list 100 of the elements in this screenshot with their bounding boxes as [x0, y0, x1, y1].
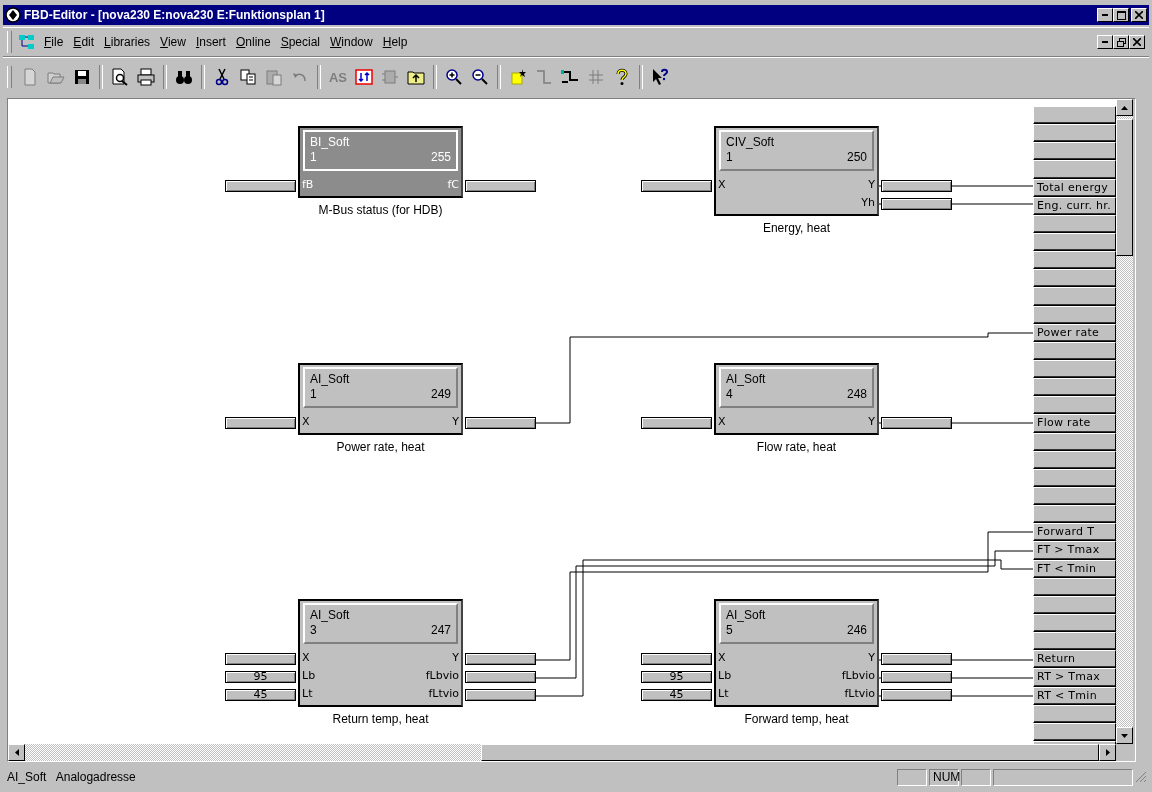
signal-slot[interactable]: FT > Tmax — [1033, 541, 1116, 560]
signal-slot[interactable] — [1033, 251, 1116, 270]
input-connector[interactable]: 95 — [225, 671, 296, 683]
menu-item[interactable]: Libraries — [100, 33, 155, 51]
scroll-thumb[interactable] — [1116, 119, 1133, 256]
signal-slot[interactable] — [1033, 142, 1116, 161]
close-button[interactable] — [1131, 8, 1147, 22]
block-address: 255 — [430, 150, 451, 164]
zoom-out-icon — [471, 68, 489, 86]
output-connector[interactable] — [881, 671, 952, 683]
input-connector[interactable] — [225, 417, 296, 429]
input-connector[interactable]: 45 — [225, 689, 296, 701]
function-block[interactable]: AI_Soft 4 248 X Y — [714, 363, 879, 435]
scroll-thumb[interactable] — [481, 744, 1099, 761]
function-block[interactable]: AI_Soft 5 246 X Lb Lt Y fLbvio fLtvio — [714, 599, 879, 707]
paste-icon — [265, 68, 283, 86]
signal-slot[interactable] — [1033, 124, 1116, 143]
block-address: 250 — [846, 150, 867, 164]
port-name: fLtvio — [427, 686, 460, 700]
scissors-icon — [213, 68, 231, 86]
port-name: fB — [301, 177, 315, 191]
resize-grip-icon[interactable] — [1135, 771, 1147, 783]
port-name: fLbvio — [424, 668, 460, 682]
port-name: Y — [451, 414, 460, 428]
restore-button[interactable] — [1113, 35, 1129, 49]
input-connector[interactable] — [641, 653, 712, 665]
port-name: X — [301, 650, 311, 664]
output-connector[interactable] — [881, 198, 952, 210]
menu-item[interactable]: Insert — [191, 33, 230, 51]
block-type: AI_Soft — [310, 608, 351, 622]
block-type: BI_Soft — [310, 135, 351, 149]
output-connector[interactable] — [465, 417, 536, 429]
signal-slot[interactable] — [1033, 632, 1116, 651]
signal-slot[interactable] — [1033, 378, 1116, 397]
grid-icon — [587, 68, 605, 86]
scroll-left-button[interactable] — [8, 744, 25, 761]
menu-item[interactable]: View — [156, 33, 190, 51]
output-connector[interactable] — [465, 671, 536, 683]
minimize-icon — [1102, 14, 1108, 16]
up-arrow-icon — [1121, 105, 1128, 110]
block-type: AI_Soft — [726, 372, 767, 386]
function-block[interactable]: CIV_Soft 1 250 X Y Yh — [714, 126, 879, 216]
binoculars-icon — [175, 68, 193, 86]
output-connector[interactable] — [881, 689, 952, 701]
minimize-button[interactable] — [1097, 35, 1113, 49]
signal-slot[interactable]: Return — [1033, 650, 1116, 669]
vertical-scrollbar[interactable] — [1116, 99, 1133, 744]
port-name: X — [717, 650, 727, 664]
signal-slot[interactable] — [1033, 505, 1116, 524]
menu-item[interactable]: Help — [378, 33, 412, 51]
close-button[interactable] — [1129, 35, 1145, 49]
signal-slot[interactable]: Forward T — [1033, 523, 1116, 542]
output-connector[interactable] — [881, 417, 952, 429]
close-icon — [1135, 11, 1143, 19]
pointer-question-icon — [651, 68, 669, 86]
scroll-right-button[interactable] — [1099, 744, 1116, 761]
signal-slot[interactable]: RT > Tmax — [1033, 668, 1116, 687]
horizontal-scrollbar[interactable] — [8, 744, 1116, 761]
input-connector[interactable] — [225, 653, 296, 665]
input-connector[interactable]: 45 — [641, 689, 712, 701]
output-connector[interactable] — [465, 689, 536, 701]
output-connector[interactable] — [881, 653, 952, 665]
menu-item[interactable]: Special — [276, 33, 325, 51]
minimize-button[interactable] — [1097, 8, 1113, 22]
signal-slot[interactable] — [1033, 160, 1116, 179]
input-connector[interactable] — [641, 180, 712, 192]
status-indicator: NUM — [929, 768, 959, 786]
block-address: 246 — [846, 623, 867, 637]
port-name: Y — [451, 650, 460, 664]
block-icon — [381, 68, 399, 86]
print-button[interactable] — [134, 65, 158, 89]
signal-slot[interactable] — [1033, 106, 1116, 125]
signal-slot[interactable] — [1033, 287, 1116, 306]
menu-item[interactable]: Window — [326, 33, 377, 51]
port-name: Lb — [301, 668, 317, 682]
menu-item[interactable]: File — [40, 33, 68, 51]
output-connector[interactable] — [465, 180, 536, 192]
print-preview-icon — [111, 68, 129, 86]
scroll-up-button[interactable] — [1116, 99, 1133, 116]
signal-slot[interactable] — [1033, 396, 1116, 415]
input-connector[interactable]: 95 — [641, 671, 712, 683]
right-arrow-icon — [1105, 749, 1110, 756]
menu-item[interactable]: Edit — [69, 33, 99, 51]
maximize-button[interactable] — [1113, 8, 1129, 22]
scroll-down-button[interactable] — [1116, 727, 1133, 744]
menu-item[interactable]: Online — [231, 33, 275, 51]
port-name: Y — [867, 177, 876, 191]
input-connector[interactable] — [641, 417, 712, 429]
signal-slot[interactable] — [1033, 269, 1116, 288]
signal-slot[interactable]: Flow rate — [1033, 414, 1116, 433]
input-connector[interactable] — [225, 180, 296, 192]
down-arrow-icon — [1121, 733, 1128, 738]
output-connector[interactable] — [465, 653, 536, 665]
port-name: fLtvio — [843, 686, 876, 700]
function-block[interactable]: AI_Soft 3 247 X Lb Lt Y fLbvio fLtvio — [298, 599, 463, 707]
line-icon — [535, 68, 553, 86]
port-name: Y — [867, 650, 876, 664]
block-type: AI_Soft — [726, 608, 767, 622]
function-block[interactable]: AI_Soft 1 249 X Y — [298, 363, 463, 435]
output-connector[interactable] — [881, 180, 952, 192]
